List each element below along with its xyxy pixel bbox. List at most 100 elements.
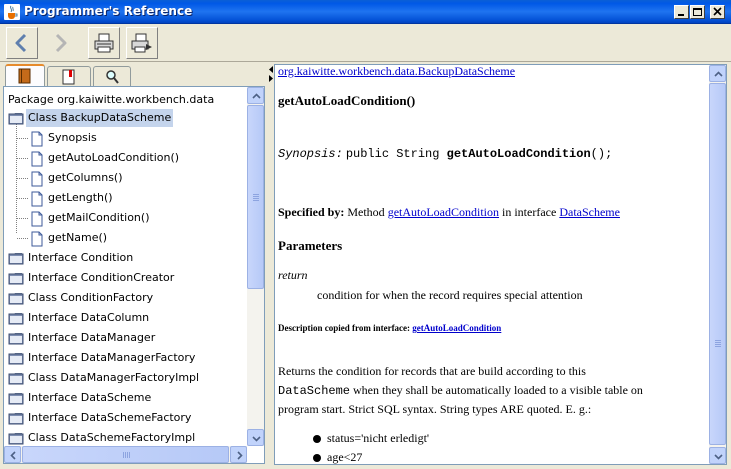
description-line-3: program start. Strict SQL syntax. String… [278, 402, 592, 416]
bullet-text: status='nicht erledigt' [327, 431, 430, 445]
specified-by-method-link[interactable]: getAutoLoadCondition [388, 205, 499, 219]
description-code: DataScheme [278, 384, 351, 398]
page-icon [30, 151, 44, 173]
tree-node-label: Class BackupDataScheme [26, 109, 174, 127]
document-panel: org.kaiwitte.workbench.data.BackupDataSc… [274, 64, 727, 465]
scroll-left-button[interactable] [4, 446, 21, 463]
back-button[interactable] [6, 27, 38, 59]
tree-root[interactable]: Package org.kaiwitte.workbench.data [8, 91, 214, 109]
doc-scroll-thumb[interactable] [709, 83, 726, 445]
parameters-heading: Parameters [278, 238, 343, 253]
bullet-item: status='nicht erledigt' [313, 431, 429, 446]
scroll-up-button[interactable] [247, 87, 264, 104]
folder-icon [8, 111, 24, 131]
scroll-right-button[interactable] [230, 446, 247, 463]
bullet-text: age<27 [327, 450, 363, 464]
chevron-down-icon [714, 454, 723, 460]
page-icon [30, 171, 44, 193]
tab-index[interactable] [47, 66, 91, 86]
horizontal-scroll-thumb[interactable] [22, 446, 229, 463]
description-line-2-text: when they shall be automatically loaded … [350, 383, 643, 397]
chevron-up-icon [714, 71, 723, 77]
folder-icon [8, 411, 24, 431]
scroll-thumb[interactable] [247, 105, 264, 289]
folder-icon [8, 391, 24, 411]
printer-icon [94, 33, 114, 53]
tree-node-label: Class DataSchemeFactoryImpl [28, 431, 196, 444]
folder-icon [8, 431, 24, 445]
contents-tree: Package org.kaiwitte.workbench.data Clas… [3, 86, 265, 464]
tree-node-label: Interface DataManagerFactory [28, 351, 196, 364]
synopsis-line: Synopsis: public String getAutoLoadCondi… [278, 146, 612, 161]
copied-label: Description copied from interface: [278, 323, 411, 333]
window-title: Programmer's Reference [24, 4, 193, 18]
tree-viewport: Package org.kaiwitte.workbench.data Clas… [4, 87, 245, 445]
forward-button[interactable] [44, 27, 76, 59]
tree-node-label: Interface DataColumn [28, 311, 150, 324]
chevron-left-icon [10, 451, 16, 460]
navigation-panel: Package org.kaiwitte.workbench.data Clas… [3, 64, 268, 465]
toolbar [0, 24, 731, 62]
tree-node-label: Interface DataSchemeFactory [28, 411, 192, 424]
specified-by-label: Specified by: [278, 205, 345, 219]
specified-by-interface-link[interactable]: DataScheme [559, 205, 620, 219]
print-export-icon [131, 33, 152, 53]
document-viewport: org.kaiwitte.workbench.data.BackupDataSc… [275, 65, 709, 464]
tree-vertical-scrollbar[interactable] [247, 87, 264, 446]
print-preview-button[interactable] [126, 27, 158, 59]
arrow-right-icon [55, 33, 67, 53]
tree-node-label: Synopsis [48, 131, 97, 144]
bookmark-icon [62, 69, 75, 85]
tree-node-label: Class ConditionFactory [28, 291, 154, 304]
tree-connector [16, 119, 17, 233]
tree-node-label: getLength() [48, 191, 113, 204]
tab-contents[interactable] [5, 64, 45, 86]
tab-search[interactable] [93, 66, 131, 86]
minimize-button[interactable] [674, 5, 689, 19]
tree-node-label: getMailCondition() [48, 211, 150, 224]
tree-node-label: Interface DataManager [28, 331, 156, 344]
tree-connector [17, 178, 28, 179]
scroll-down-button[interactable] [247, 429, 264, 446]
tree-connector [17, 238, 28, 239]
folder-icon [8, 291, 24, 311]
doc-scroll-down-button[interactable] [709, 447, 726, 464]
tree-node-label: Interface ConditionCreator [28, 271, 175, 284]
doc-scroll-up-button[interactable] [709, 65, 726, 82]
folder-icon [8, 371, 24, 391]
document-vertical-scrollbar[interactable] [709, 65, 726, 464]
folder-icon [8, 311, 24, 331]
folder-icon [8, 351, 24, 371]
tree-node-label: getName() [48, 231, 108, 244]
synopsis-label: Synopsis: [278, 147, 343, 161]
specified-by-text: Method [344, 205, 388, 219]
param-description: condition for when the record requires s… [317, 288, 583, 302]
arrow-left-icon [15, 33, 27, 53]
folder-icon [8, 271, 24, 291]
specified-by-interface-text: in interface [499, 205, 560, 219]
description-line-1: Returns the condition for records that a… [278, 364, 586, 378]
tree-connector [17, 198, 28, 199]
bullet-icon [313, 454, 321, 463]
tree-node-label: getAutoLoadCondition() [48, 151, 180, 164]
tree-connector [17, 158, 28, 159]
print-button[interactable] [88, 27, 120, 59]
maximize-button[interactable] [690, 5, 705, 19]
breadcrumb-link[interactable]: org.kaiwitte.workbench.data.BackupDataSc… [278, 65, 515, 79]
page-icon [30, 191, 44, 213]
book-icon [18, 68, 31, 84]
bullet-icon [313, 435, 321, 444]
magnifier-icon [106, 70, 119, 84]
param-name: return [278, 268, 308, 282]
copied-link[interactable]: getAutoLoadCondition [412, 323, 501, 333]
tree-connector [17, 218, 28, 219]
tree-root-label: Package org.kaiwitte.workbench.data [8, 93, 215, 106]
tree-horizontal-scrollbar[interactable] [4, 446, 247, 463]
close-button[interactable] [710, 5, 725, 19]
navigation-tabs [3, 64, 268, 86]
synopsis-method: getAutoLoadCondition [446, 147, 591, 161]
bullet-item: age<27 [313, 450, 362, 464]
title-bar[interactable]: Programmer's Reference [0, 0, 731, 24]
chevron-up-icon [252, 93, 261, 99]
tree-connector [17, 138, 28, 139]
